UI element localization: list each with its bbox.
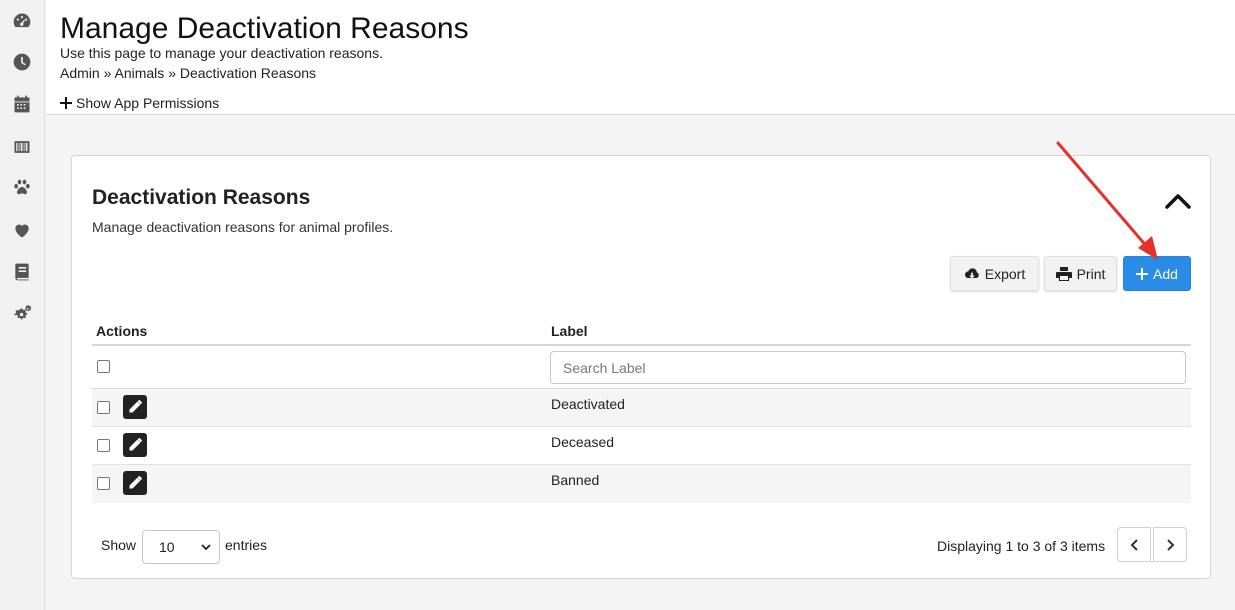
table-row: Deactivated — [92, 389, 1191, 427]
export-label: Export — [984, 265, 1026, 282]
table-row: Banned — [92, 465, 1191, 503]
card-description: Manage deactivation reasons for animal p… — [92, 219, 394, 235]
show-app-permissions-toggle[interactable]: Show App Permissions — [60, 95, 219, 111]
calendar-icon[interactable] — [10, 92, 34, 116]
table-row: Deceased — [92, 427, 1191, 465]
row-checkbox[interactable] — [97, 477, 110, 490]
breadcrumb: Admin » Animals » Deactivation Reasons — [60, 65, 316, 81]
entries-select-value: 10 — [159, 539, 175, 555]
collapse-chevron-up-icon[interactable] — [1164, 191, 1192, 211]
cloud-download-icon — [964, 267, 979, 278]
row-checkbox[interactable] — [97, 439, 110, 452]
dashboard-icon[interactable] — [10, 9, 34, 33]
card-title: Deactivation Reasons — [92, 186, 311, 209]
plus-icon — [1136, 267, 1149, 280]
plus-icon — [60, 97, 72, 109]
entries-label: entries — [225, 537, 268, 553]
chevron-right-icon — [1166, 538, 1174, 551]
breadcrumb-item-deactivation-reasons: Deactivation Reasons — [179, 65, 317, 81]
export-button[interactable]: Export — [950, 256, 1039, 291]
breadcrumb-item-animals[interactable]: Animals — [115, 65, 165, 81]
edit-pencil-icon[interactable] — [123, 471, 147, 495]
heart-icon[interactable] — [10, 218, 34, 242]
pagination-summary: Displaying 1 to 3 of 3 items — [937, 538, 1106, 554]
clock-icon[interactable] — [10, 50, 34, 74]
printer-icon — [1055, 266, 1072, 281]
table-filter-row — [92, 346, 1191, 389]
column-header-actions[interactable]: Actions — [96, 323, 147, 339]
gears-icon[interactable] — [10, 302, 34, 326]
row-label: Deceased — [551, 434, 615, 450]
page-title: Manage Deactivation Reasons — [60, 12, 469, 45]
barcode-icon[interactable] — [10, 135, 34, 159]
table-header-row: Actions Label — [92, 316, 1191, 346]
breadcrumb-separator: » — [168, 65, 176, 81]
chevron-down-icon — [201, 544, 211, 551]
breadcrumb-item-admin[interactable]: Admin — [60, 65, 100, 81]
row-label: Deactivated — [551, 396, 625, 412]
row-checkbox[interactable] — [97, 401, 110, 414]
row-label: Banned — [551, 472, 600, 488]
edit-pencil-icon[interactable] — [123, 433, 147, 457]
book-icon[interactable] — [10, 260, 34, 284]
next-page-button[interactable] — [1153, 527, 1187, 562]
chevron-left-icon — [1130, 538, 1138, 551]
breadcrumb-separator: » — [103, 65, 112, 81]
entries-per-page-select[interactable]: 10 — [142, 530, 220, 564]
print-label: Print — [1076, 265, 1106, 282]
previous-page-button[interactable] — [1117, 527, 1151, 562]
add-label: Add — [1153, 265, 1178, 282]
select-all-checkbox[interactable] — [97, 360, 110, 373]
show-label: Show — [101, 537, 137, 553]
paw-icon[interactable] — [10, 175, 34, 199]
sidebar — [0, 0, 45, 610]
add-button[interactable]: Add — [1123, 256, 1191, 291]
deactivation-reasons-card: Deactivation Reasons Manage deactivation… — [71, 155, 1211, 579]
search-label-input[interactable] — [550, 351, 1186, 384]
print-button[interactable]: Print — [1044, 256, 1117, 291]
deactivation-reasons-table: Actions Label Deactivated Deceased — [92, 316, 1191, 503]
show-app-permissions-label: Show App Permissions — [76, 95, 220, 111]
page-header: Manage Deactivation Reasons Use this pag… — [46, 0, 1235, 115]
main-content: Deactivation Reasons Manage deactivation… — [46, 116, 1235, 610]
edit-pencil-icon[interactable] — [123, 395, 147, 419]
column-header-label[interactable]: Label — [551, 323, 588, 339]
page-description: Use this page to manage your deactivatio… — [60, 45, 383, 61]
